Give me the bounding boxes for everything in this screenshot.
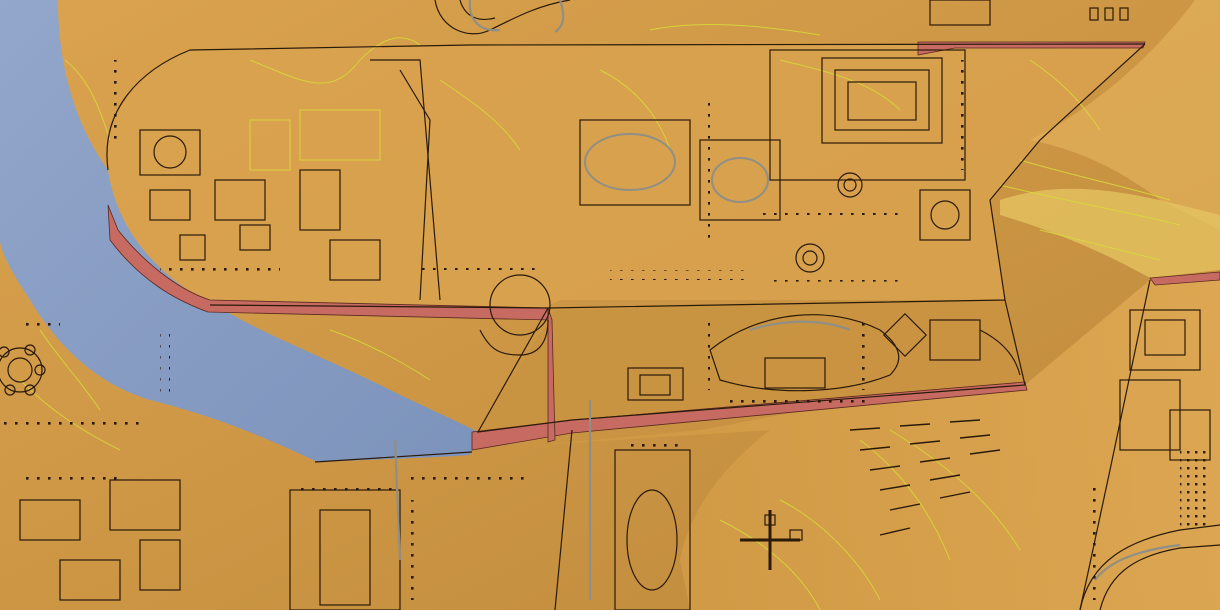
terrain-model bbox=[0, 0, 1220, 610]
map-canvas[interactable] bbox=[0, 0, 1220, 610]
